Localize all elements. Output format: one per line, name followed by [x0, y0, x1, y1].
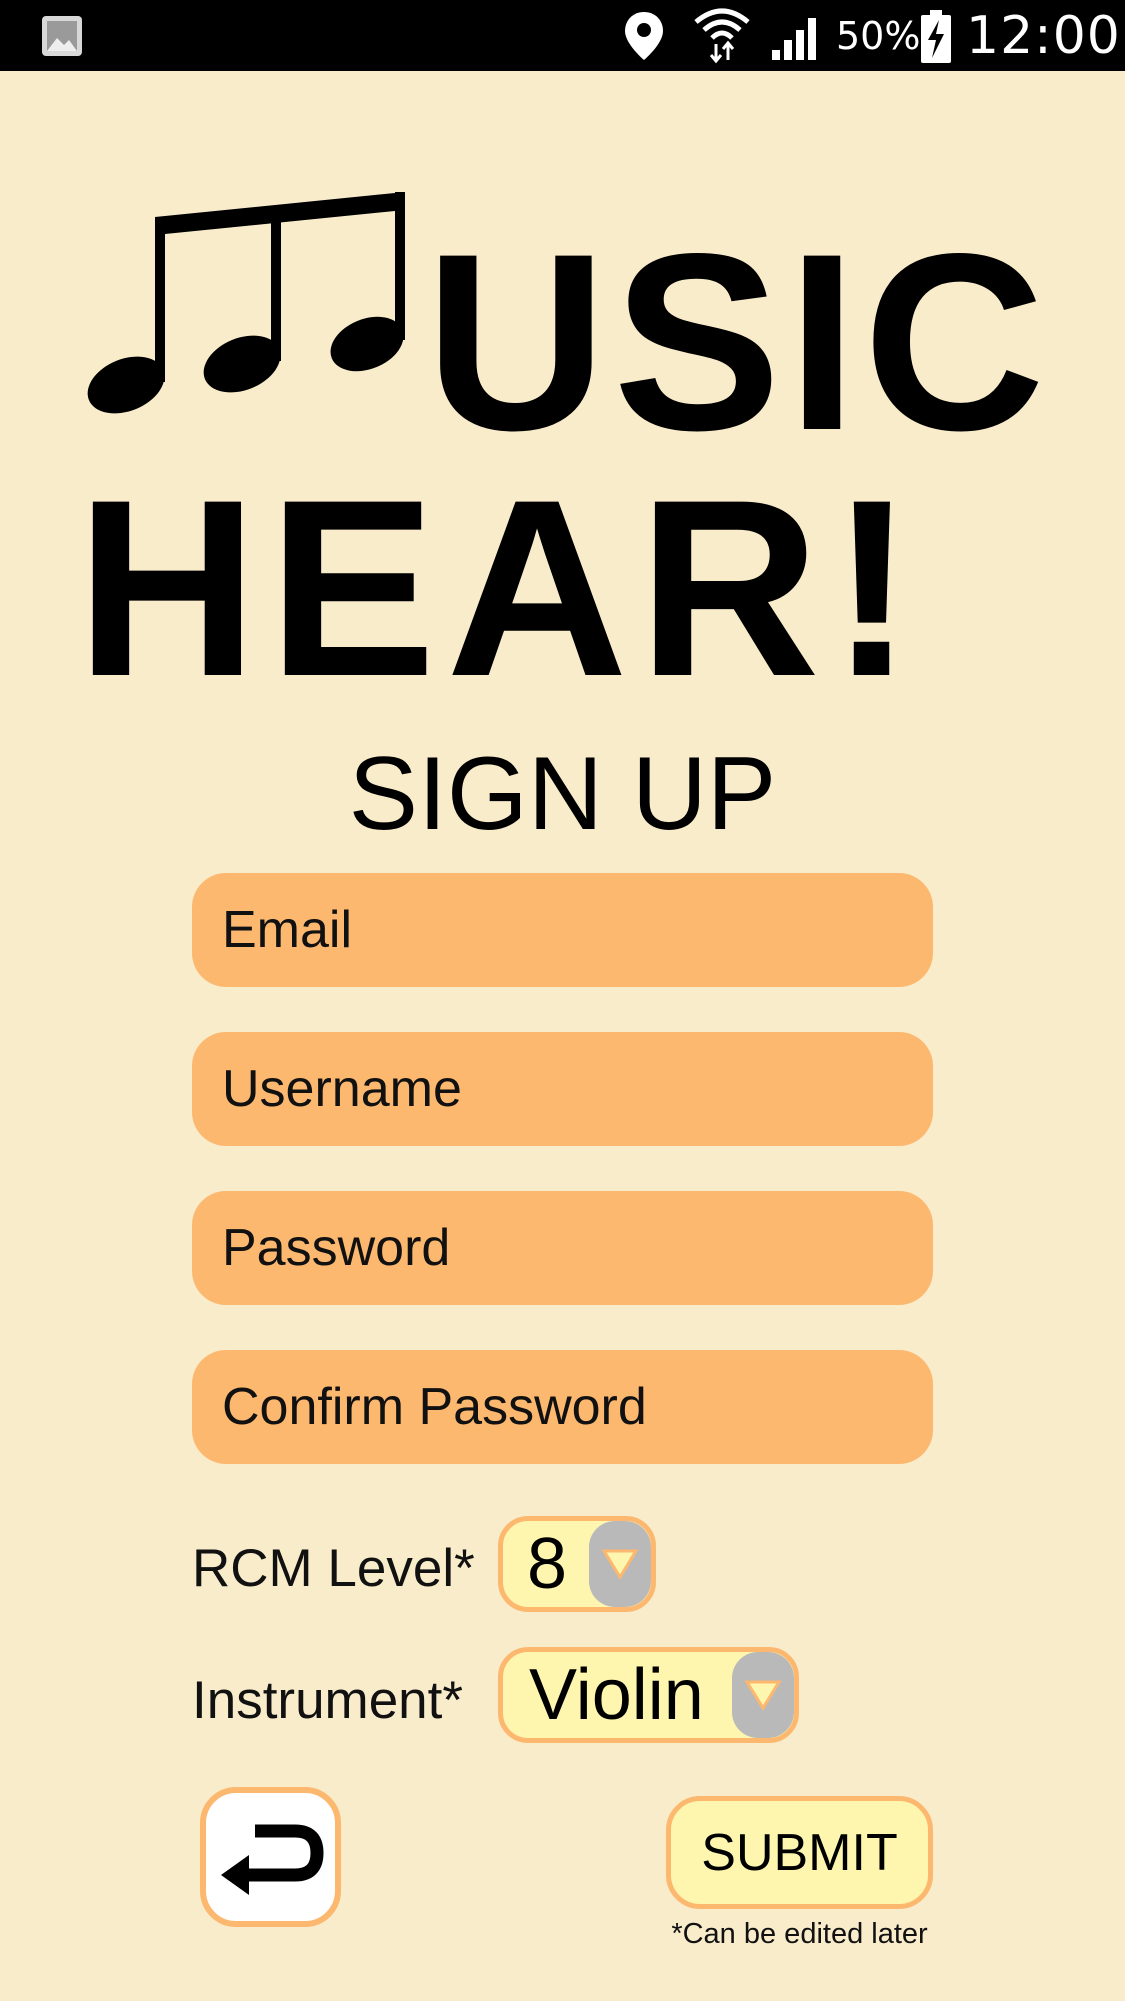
confirm-password-field[interactable] — [192, 1350, 933, 1464]
location-icon — [620, 10, 668, 67]
cell-signal-icon — [770, 12, 826, 67]
back-button[interactable] — [200, 1787, 341, 1927]
battery-percent: 50% — [836, 14, 921, 58]
instrument-value: Violin — [529, 1655, 704, 1735]
footnote: *Can be edited later — [671, 1918, 928, 1950]
sign-up-screen: 50% 12:00 USIC HEAR! SIGN UP RCM Lev — [0, 0, 1125, 2001]
instrument-select[interactable]: Violin — [498, 1647, 799, 1743]
page-title: SIGN UP — [348, 736, 777, 852]
logo-text-line1: USIC — [425, 202, 1052, 483]
rcm-level-value: 8 — [527, 1524, 568, 1604]
username-input[interactable] — [222, 1059, 933, 1119]
beamed-notes-icon — [87, 192, 405, 414]
chevron-down-icon[interactable] — [732, 1652, 794, 1738]
email-input[interactable] — [222, 900, 933, 960]
rcm-level-label: RCM Level* — [192, 1539, 475, 1598]
submit-button[interactable]: SUBMIT — [666, 1796, 933, 1909]
wifi-icon — [692, 6, 752, 69]
return-arrow-icon — [220, 1824, 323, 1895]
clock: 12:00 — [966, 6, 1121, 66]
password-input[interactable] — [222, 1218, 933, 1278]
instrument-label: Instrument* — [192, 1671, 464, 1730]
password-field[interactable] — [192, 1191, 933, 1305]
email-field[interactable] — [192, 873, 933, 987]
logo-text-line2: HEAR! — [76, 448, 924, 729]
rcm-level-select[interactable]: 8 — [498, 1516, 656, 1612]
username-field[interactable] — [192, 1032, 933, 1146]
confirm-password-input[interactable] — [222, 1377, 933, 1437]
status-bar: 50% 12:00 — [0, 0, 1125, 71]
gallery-notification-icon — [40, 14, 84, 63]
battery-charging-icon — [920, 10, 952, 69]
chevron-down-icon[interactable] — [589, 1521, 651, 1607]
